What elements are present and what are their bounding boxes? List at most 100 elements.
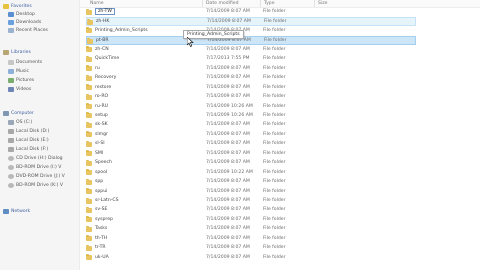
file-row[interactable]: Recovery 7/14/2009 8:07 AM File folder: [86, 74, 416, 83]
file-type: File folder: [263, 112, 286, 118]
file-row[interactable]: restore 7/14/2009 8:07 AM File folder: [86, 84, 416, 93]
file-name: SMI: [95, 150, 104, 156]
file-name: spp: [95, 179, 104, 185]
nav-item-drive-h[interactable]: CD Drive (H:) Dialog: [8, 154, 63, 162]
column-divider[interactable]: [260, 0, 261, 7]
computer-label: Computer: [11, 110, 34, 116]
file-row[interactable]: zh-TW 7/14/2009 8:07 AM File folder: [86, 8, 416, 17]
file-name: setup: [95, 112, 108, 118]
nav-item-downloads[interactable]: Downloads: [8, 18, 41, 26]
column-header-name[interactable]: Name: [90, 1, 104, 6]
file-row[interactable]: sl-SI 7/14/2009 8:07 AM File folder: [86, 140, 416, 149]
file-row[interactable]: ru 7/14/2009 8:07 AM File folder: [86, 65, 416, 74]
file-type: File folder: [263, 65, 286, 71]
file-name: ru: [95, 65, 100, 71]
libraries-label: Libraries: [11, 49, 31, 55]
file-name: slmgr: [95, 131, 108, 137]
nav-item-documents[interactable]: Documents: [8, 58, 42, 66]
file-row[interactable]: th-TH 7/14/2009 8:07 AM File folder: [86, 235, 416, 244]
file-row[interactable]: sysprep 7/14/2009 8:07 AM File folder: [86, 216, 416, 225]
folder-icon: [86, 244, 92, 251]
file-type: File folder: [263, 141, 286, 147]
nav-network-header[interactable]: Network: [3, 207, 30, 215]
column-header-size[interactable]: Size: [318, 1, 327, 6]
column-header-date[interactable]: Date modified: [206, 1, 239, 6]
nav-libraries-header[interactable]: Libraries: [3, 48, 31, 56]
nav-item-recent-places[interactable]: Recent Places: [8, 26, 48, 34]
nav-item-drive-f[interactable]: Local Disk (F:): [8, 145, 48, 153]
file-row[interactable]: slmgr 7/14/2009 8:07 AM File folder: [86, 131, 416, 140]
file-date-modified: 7/14/2009 8:07 AM: [206, 94, 250, 100]
file-row[interactable]: setup 7/14/2009 10:26 AM File folder: [86, 112, 416, 121]
file-type: File folder: [263, 9, 286, 14]
nav-item-videos[interactable]: Videos: [8, 85, 31, 93]
folder-icon: [86, 55, 92, 62]
file-row[interactable]: sppui 7/14/2009 8:07 AM File folder: [86, 188, 416, 197]
file-row[interactable]: sr-Latn-CS 7/14/2009 8:07 AM File folder: [86, 197, 416, 206]
file-name: ro-RO: [95, 94, 109, 100]
file-date-modified: 7/17/2013 7:55 PM: [206, 56, 250, 62]
file-date-modified: 7/14/2009 8:07 AM: [206, 207, 250, 213]
nav-item-drive-k[interactable]: BD-ROM Drive (K:) V: [8, 181, 63, 189]
nav-item-drive-c[interactable]: OS (C:): [8, 118, 32, 126]
nav-computer-header[interactable]: Computer: [3, 109, 34, 117]
folder-icon: [86, 206, 92, 213]
column-header-type[interactable]: Type: [264, 1, 275, 6]
file-row[interactable]: sv-SE 7/14/2009 8:07 AM File folder: [86, 206, 416, 215]
file-type: File folder: [263, 188, 286, 194]
file-type: File folder: [263, 226, 286, 232]
nav-item-desktop[interactable]: Desktop: [8, 10, 35, 18]
videos-icon: [8, 86, 14, 92]
recent-places-icon: [8, 27, 14, 33]
nav-item-drive-d[interactable]: Local Disk (D:): [8, 127, 49, 135]
file-row[interactable]: pt-BR 7/14/2009 8:07 AM File folder: [86, 36, 416, 45]
file-row[interactable]: tr-TR 7/14/2009 8:07 AM File folder: [86, 244, 416, 253]
column-divider[interactable]: [202, 0, 203, 7]
file-type: File folder: [263, 160, 286, 166]
file-list-pane: Name Date modified Type Size zh-TW 7/14/2…: [80, 0, 480, 270]
file-row[interactable]: ru-RU 7/14/2009 10:26 AM File folder: [86, 103, 416, 112]
folder-icon: [86, 254, 92, 261]
nav-item-music[interactable]: Music: [8, 67, 29, 75]
file-row[interactable]: QuickTime 7/17/2013 7:55 PM File folder: [86, 55, 416, 64]
file-row[interactable]: ro-RO 7/14/2009 8:07 AM File folder: [86, 93, 416, 102]
file-row[interactable]: sk-SK 7/14/2009 8:07 AM File folder: [86, 121, 416, 130]
file-date-modified: 7/14/2009 8:07 AM: [206, 245, 250, 251]
file-row[interactable]: spool 7/14/2009 10:22 AM File folder: [86, 169, 416, 178]
file-row[interactable]: Speech 7/14/2009 8:07 AM File folder: [86, 159, 416, 168]
rename-input[interactable]: zh-TW: [95, 8, 115, 15]
file-row[interactable]: zh-HK 7/14/2009 8:07 AM File folder: [86, 17, 416, 26]
file-date-modified: 7/14/2009 8:07 AM: [206, 46, 250, 52]
file-row[interactable]: uk-UA 7/14/2009 8:07 AM File folder: [86, 254, 416, 263]
folder-icon: [87, 18, 93, 25]
drive-icon: [8, 146, 14, 152]
file-date-modified: 7/14/2009 8:07 AM: [206, 84, 250, 90]
drive-icon: [8, 119, 14, 125]
nav-item-drive-j[interactable]: DVD-ROM Drive (J:) V: [8, 172, 65, 180]
nav-item-label: CD Drive (H:) Dialog: [16, 155, 63, 161]
folder-icon: [86, 121, 92, 128]
pictures-icon: [8, 77, 14, 83]
file-date-modified: 7/14/2009 8:07 AM: [207, 19, 251, 25]
file-name: sv-SE: [95, 207, 108, 213]
computer-icon: [3, 110, 9, 116]
folder-icon: [86, 93, 92, 100]
file-date-modified: 7/14/2009 10:22 AM: [206, 169, 253, 175]
nav-item-drive-i[interactable]: BD-ROM Drive (I:) V: [8, 163, 61, 171]
file-name: sppui: [95, 188, 108, 194]
file-date-modified: 7/14/2009 8:07 AM: [206, 9, 250, 14]
nav-favorites-header[interactable]: Favorites: [3, 2, 32, 10]
file-row[interactable]: spp 7/14/2009 8:07 AM File folder: [86, 178, 416, 187]
nav-item-pictures[interactable]: Pictures: [8, 76, 34, 84]
file-name: Speech: [95, 160, 112, 166]
file-name: Printing_Admin_Scripts: [95, 27, 148, 33]
libraries-icon: [3, 49, 9, 55]
column-divider[interactable]: [314, 0, 315, 7]
file-row[interactable]: SMI 7/14/2009 8:07 AM File folder: [86, 150, 416, 159]
file-row[interactable]: Printing_Admin_Scripts7/14/2009 8:07 AMF…: [86, 27, 416, 36]
file-type: File folder: [264, 38, 287, 44]
file-date-modified: 7/14/2009 8:07 AM: [206, 226, 250, 232]
file-row[interactable]: Tasks 7/14/2009 8:07 AM File folder: [86, 225, 416, 234]
file-row[interactable]: zh-CN 7/14/2009 8:07 AM File folder: [86, 46, 416, 55]
nav-item-drive-e[interactable]: Local Disk (E:): [8, 136, 49, 144]
